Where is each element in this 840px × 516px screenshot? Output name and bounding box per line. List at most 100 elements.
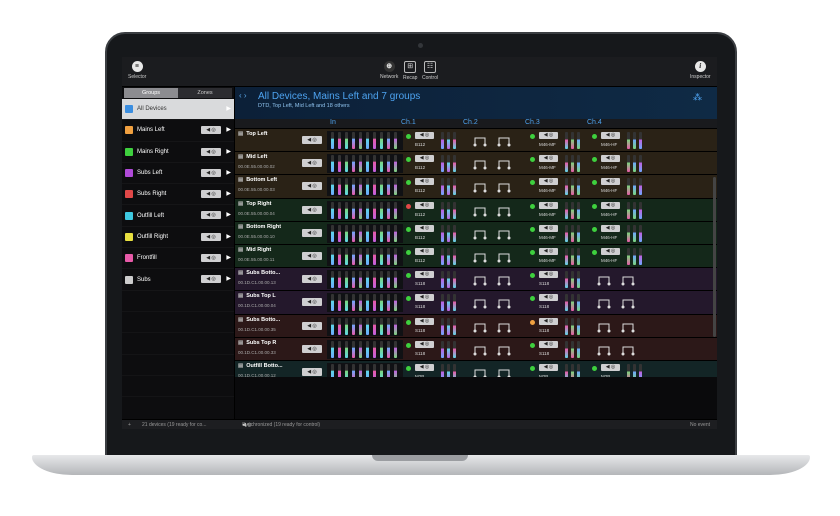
- mute-solo-icon[interactable]: ◀ ◎: [201, 126, 221, 135]
- play-arrow-icon[interactable]: ▶: [226, 211, 231, 218]
- device-row[interactable]: ▤ Mid Left 00.0E.55.00.00.02 ◀ ◎ ◀ ◎ B112 ◀ ◎ M…: [235, 152, 717, 176]
- link-icon[interactable]: [497, 134, 511, 147]
- mute-solo-icon[interactable]: ◀ ◎: [415, 224, 434, 232]
- group-item[interactable]: Subs ◀ ◎ ▶: [122, 269, 234, 291]
- link-icon[interactable]: [497, 227, 511, 240]
- mute-solo-icon[interactable]: ◀ ◎: [415, 340, 434, 348]
- group-item[interactable]: Mains Left ◀ ◎ ▶: [122, 120, 234, 142]
- link-icon[interactable]: [473, 227, 487, 240]
- link-icon[interactable]: [497, 343, 511, 356]
- group-item[interactable]: Outfill Left ◀ ◎ ▶: [122, 205, 234, 227]
- link-icon[interactable]: [497, 157, 511, 170]
- mute-solo-icon[interactable]: ◀ ◎: [415, 294, 434, 302]
- nav-arrows[interactable]: ‹ ›: [239, 91, 247, 100]
- mute-solo-icon[interactable]: ◀ ◎: [539, 363, 558, 371]
- mute-solo-icon[interactable]: ◀ ◎: [415, 363, 434, 371]
- network-button[interactable]: ⊕ Network: [380, 61, 398, 80]
- mute-solo-icon[interactable]: ◀ ◎: [415, 155, 434, 163]
- link-icon[interactable]: [497, 320, 511, 332]
- mute-solo-icon[interactable]: ◀ ◎: [302, 136, 322, 144]
- link-icon[interactable]: [597, 343, 611, 356]
- group-item[interactable]: Frontfill ◀ ◎ ▶: [122, 248, 234, 270]
- mute-solo-icon[interactable]: ◀ ◎: [415, 247, 434, 255]
- device-row[interactable]: ▤ Top Right 00.0E.55.00.00.04 ◀ ◎ ◀ ◎ B112 ◀ ◎…: [235, 198, 717, 222]
- forward-icon[interactable]: ›: [244, 91, 247, 100]
- mute-solo-icon[interactable]: ◀ ◎: [539, 224, 558, 232]
- link-icon[interactable]: [597, 320, 611, 332]
- play-arrow-icon[interactable]: ▶: [226, 169, 231, 176]
- mute-solo-icon[interactable]: ◀ ◎: [539, 132, 558, 139]
- scrollbar[interactable]: [713, 177, 716, 337]
- mute-solo-icon[interactable]: ◀ ◎: [415, 201, 434, 209]
- mute-solo-icon[interactable]: ◀ ◎: [601, 247, 620, 255]
- mute-solo-icon[interactable]: ◀ ◎: [539, 294, 558, 302]
- mute-solo-icon[interactable]: ◀ ◎: [302, 228, 322, 237]
- play-arrow-icon[interactable]: ▶: [226, 126, 231, 133]
- device-row[interactable]: ▤ Subs Top R 00.1D.C1.00.00.33 ◀ ◎ ◀ ◎ S118 ◀ …: [235, 337, 717, 361]
- add-icon[interactable]: +: [128, 422, 131, 428]
- play-arrow-icon[interactable]: ▶: [226, 275, 231, 282]
- network-map-icon[interactable]: ⁂: [693, 92, 705, 102]
- mute-solo-icon[interactable]: ◀ ◎: [601, 363, 620, 371]
- play-arrow-icon[interactable]: ▶: [226, 148, 231, 155]
- link-icon[interactable]: [497, 180, 511, 193]
- mute-solo-icon[interactable]: ◀ ◎: [539, 155, 558, 163]
- link-icon[interactable]: [497, 366, 511, 377]
- mute-solo-icon[interactable]: ◀ ◎: [302, 159, 322, 168]
- link-icon[interactable]: [473, 250, 487, 263]
- link-icon[interactable]: [473, 296, 487, 309]
- device-row[interactable]: ▤ Top Left ◀ ◎ ◀ ◎ B112 ◀ ◎ M46-MF ◀ ◎ M46-HF: [235, 129, 717, 153]
- tab-zones[interactable]: Zones: [178, 88, 232, 98]
- mute-solo-icon[interactable]: ◀ ◎: [415, 132, 434, 139]
- mute-solo-icon[interactable]: ◀ ◎: [302, 275, 322, 284]
- link-icon[interactable]: [473, 180, 487, 193]
- mute-solo-icon[interactable]: ◀ ◎: [539, 340, 558, 348]
- device-row[interactable]: ▤ Subs Botto... 00.1D.C1.00.00.13 ◀ ◎ ◀ ◎ S11…: [235, 268, 717, 292]
- play-arrow-icon[interactable]: ▶: [226, 105, 231, 112]
- selector-button[interactable]: ≡ Selector: [128, 61, 146, 80]
- mute-solo-icon[interactable]: ◀ ◎: [201, 168, 221, 177]
- link-icon[interactable]: [473, 273, 487, 286]
- mute-solo-icon[interactable]: ◀ ◎: [302, 321, 322, 330]
- mute-solo-icon[interactable]: ◀ ◎: [415, 178, 434, 186]
- link-icon[interactable]: [473, 134, 487, 147]
- device-row[interactable]: ▤ Subs Top L 00.1D.C1.00.00.04 ◀ ◎ ◀ ◎ S118 ◀ …: [235, 291, 717, 315]
- mute-solo-icon[interactable]: ◀ ◎: [302, 251, 322, 260]
- mute-solo-icon[interactable]: ◀ ◎: [201, 147, 221, 156]
- link-icon[interactable]: [621, 296, 635, 309]
- back-icon[interactable]: ‹: [239, 91, 242, 100]
- mute-solo-icon[interactable]: ◀ ◎: [201, 232, 221, 241]
- device-row[interactable]: ▤ Bottom Left 00.0E.55.00.00.03 ◀ ◎ ◀ ◎ B112 ◀…: [235, 175, 717, 199]
- link-icon[interactable]: [597, 296, 611, 309]
- mute-solo-icon[interactable]: ◀ ◎: [539, 201, 558, 209]
- device-row[interactable]: ▤ Bottom Right 00.0E.55.00.00.10 ◀ ◎ ◀ ◎ B112…: [235, 221, 717, 245]
- mute-solo-icon[interactable]: ◀ ◎: [201, 211, 221, 220]
- link-icon[interactable]: [497, 250, 511, 263]
- group-item[interactable]: Outfill Right ◀ ◎ ▶: [122, 227, 234, 249]
- mute-solo-icon[interactable]: ◀ ◎: [302, 182, 322, 191]
- link-icon[interactable]: [497, 273, 511, 286]
- group-item[interactable]: Subs Right ◀ ◎ ▶: [122, 184, 234, 206]
- mute-solo-icon[interactable]: ◀ ◎: [302, 344, 322, 353]
- mute-solo-icon[interactable]: ◀ ◎: [201, 275, 221, 284]
- play-arrow-icon[interactable]: ▶: [226, 254, 231, 261]
- link-icon[interactable]: [621, 343, 635, 356]
- mute-solo-icon[interactable]: ◀ ◎: [302, 298, 322, 307]
- mute-solo-icon[interactable]: ◀ ◎: [539, 247, 558, 255]
- link-icon[interactable]: [621, 320, 635, 332]
- mute-solo-icon[interactable]: ◀ ◎: [601, 224, 620, 232]
- group-item[interactable]: Mains Right ◀ ◎ ▶: [122, 142, 234, 163]
- device-row[interactable]: ▤ Outfill Botto... 00.1D.C1.00.00.12 ◀ ◎ ◀ ◎…: [235, 360, 717, 377]
- device-row[interactable]: ▤ Subs Botto... 00.1D.C1.00.00.35 ◀ ◎ ◀ ◎ S11…: [235, 314, 717, 338]
- mute-solo-icon[interactable]: ◀ ◎: [539, 178, 558, 186]
- mute-solo-icon[interactable]: ◀ ◎: [302, 205, 322, 214]
- mute-solo-icon[interactable]: ◀ ◎: [539, 271, 558, 279]
- recap-button[interactable]: ⊞ Recap: [403, 61, 417, 81]
- device-row[interactable]: ▤ Mid Right 00.0E.55.00.00.11 ◀ ◎ ◀ ◎ B112 ◀ ◎…: [235, 244, 717, 269]
- mute-solo-icon[interactable]: ◀ ◎: [415, 271, 434, 279]
- inspector-button[interactable]: i Inspector: [690, 61, 711, 80]
- link-icon[interactable]: [473, 320, 487, 332]
- group-item[interactable]: All Devices ▶: [122, 99, 234, 121]
- play-arrow-icon[interactable]: ▶: [226, 233, 231, 240]
- link-icon[interactable]: [473, 366, 487, 377]
